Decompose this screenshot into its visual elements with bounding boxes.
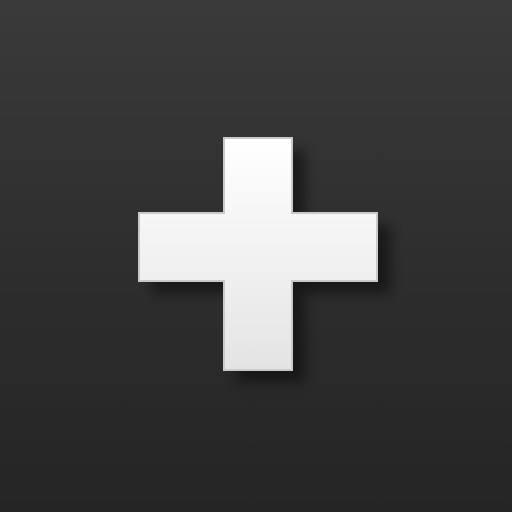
app-icon-tile xyxy=(0,0,512,512)
add-button[interactable] xyxy=(0,0,512,512)
plus-icon xyxy=(138,137,390,382)
plus-shape xyxy=(138,137,378,371)
